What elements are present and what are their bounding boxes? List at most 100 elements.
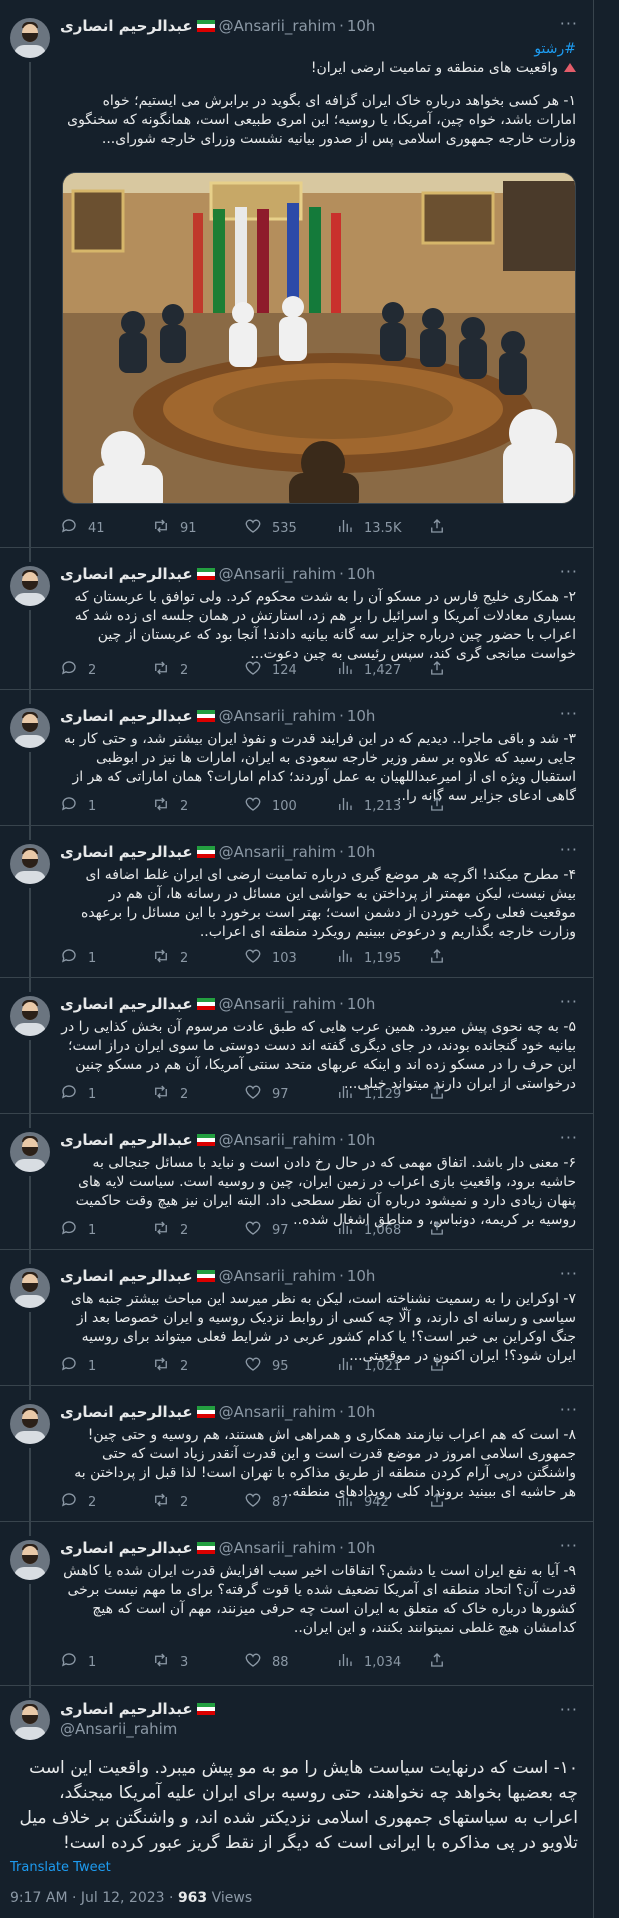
user-name[interactable]: عبدالرحیم انصاری	[60, 17, 193, 35]
views-button[interactable]: 13.5K	[336, 517, 428, 539]
user-name[interactable]: عبدالرحیم انصاری	[60, 843, 193, 861]
share-button[interactable]	[428, 1355, 452, 1377]
retweet-button[interactable]: 3	[152, 1651, 244, 1673]
like-button[interactable]: 97	[244, 1219, 336, 1241]
reply-button[interactable]: 1	[60, 1219, 152, 1241]
tweet-media[interactable]	[62, 172, 576, 504]
reply-button[interactable]: 1	[60, 947, 152, 969]
like-button[interactable]: 535	[244, 517, 336, 539]
views-button[interactable]: 1,129	[336, 1083, 428, 1105]
avatar[interactable]	[10, 708, 50, 748]
retweet-button[interactable]: 2	[152, 1355, 244, 1377]
views-button[interactable]: 1,213	[336, 795, 428, 817]
tweet-card[interactable]: عبدالرحیم انصاری @Ansarii_rahim · 10h ··· ۹- …	[0, 1522, 594, 1686]
avatar[interactable]	[10, 1404, 50, 1444]
views-button[interactable]: 942	[336, 1491, 428, 1513]
more-options-icon[interactable]: ···	[560, 1536, 578, 1555]
views-button[interactable]: 1,068	[336, 1219, 428, 1241]
reply-button[interactable]: 2	[60, 659, 152, 681]
more-options-icon[interactable]: ···	[560, 1128, 578, 1147]
user-name[interactable]: عبدالرحیم انصاری	[60, 1267, 193, 1285]
reply-button[interactable]: 1	[60, 795, 152, 817]
tweet-card[interactable]: عبدالرحیم انصاری @Ansarii_rahim · 10h ··· ۶- …	[0, 1114, 594, 1250]
like-button[interactable]: 100	[244, 795, 336, 817]
more-options-icon[interactable]: ···	[560, 1264, 578, 1283]
reply-button[interactable]: 41	[60, 517, 152, 539]
avatar[interactable]	[10, 844, 50, 884]
tweet-time[interactable]: 10h	[347, 1267, 376, 1285]
share-button[interactable]	[428, 659, 452, 681]
user-name[interactable]: عبدالرحیم انصاری	[60, 565, 193, 583]
more-options-icon[interactable]: ···	[560, 992, 578, 1011]
user-handle[interactable]: @Ansarii_rahim	[219, 1403, 336, 1421]
tweet-card[interactable]: عبدالرحیم انصاری @Ansarii_rahim · 10h ··· ۲- …	[0, 548, 594, 690]
translate-tweet-link[interactable]: Translate Tweet	[10, 1860, 111, 1875]
retweet-button[interactable]: 2	[152, 947, 244, 969]
tweet-card[interactable]: عبدالرحیم انصاری @Ansarii_rahim · 10h ··· #رش…	[0, 0, 594, 548]
like-button[interactable]: 124	[244, 659, 336, 681]
user-name[interactable]: عبدالرحیم انصاری	[60, 1403, 193, 1421]
more-options-icon[interactable]: ···	[560, 840, 578, 859]
views-button[interactable]: 1,427	[336, 659, 428, 681]
tweet-time[interactable]: 10h	[347, 1539, 376, 1557]
tweet-time[interactable]: 10h	[347, 843, 376, 861]
share-button[interactable]	[428, 795, 452, 817]
user-handle[interactable]: @Ansarii_rahim	[219, 17, 336, 35]
reply-button[interactable]: 1	[60, 1651, 152, 1673]
user-name[interactable]: عبدالرحیم انصاری	[60, 1539, 193, 1557]
user-name[interactable]: عبدالرحیم انصاری	[60, 995, 193, 1013]
tweet-time[interactable]: 10h	[347, 707, 376, 725]
tweet-card[interactable]: عبدالرحیم انصاری @Ansarii_rahim · 10h ··· ۷- …	[0, 1250, 594, 1386]
tweet-time[interactable]: 10h	[347, 1403, 376, 1421]
views-button[interactable]: 1,021	[336, 1355, 428, 1377]
like-button[interactable]: 103	[244, 947, 336, 969]
tweet-time[interactable]: 10h	[347, 995, 376, 1013]
avatar[interactable]	[10, 1700, 50, 1740]
hashtag-link[interactable]: #رشتو	[60, 40, 576, 59]
user-handle[interactable]: @Ansarii_rahim	[219, 843, 336, 861]
avatar[interactable]	[10, 566, 50, 606]
tweet-timestamp[interactable]: 9:17 AM · Jul 12, 2023 ·	[10, 1890, 178, 1906]
tweet-card[interactable]: عبدالرحیم انصاری @Ansarii_rahim · 10h ··· ۴- …	[0, 826, 594, 978]
views-button[interactable]: 1,195	[336, 947, 428, 969]
share-button[interactable]	[428, 1219, 452, 1241]
user-handle[interactable]: @Ansarii_rahim	[219, 1131, 336, 1149]
more-options-icon[interactable]: ···	[560, 14, 578, 33]
tweet-time[interactable]: 10h	[347, 1131, 376, 1149]
share-button[interactable]	[428, 1651, 452, 1673]
more-options-icon[interactable]: ···	[560, 562, 578, 581]
like-button[interactable]: 95	[244, 1355, 336, 1377]
tweet-time[interactable]: 10h	[347, 17, 376, 35]
avatar[interactable]	[10, 1268, 50, 1308]
user-handle[interactable]: @Ansarii_rahim	[60, 1720, 177, 1738]
retweet-button[interactable]: 2	[152, 659, 244, 681]
like-button[interactable]: 87	[244, 1491, 336, 1513]
retweet-button[interactable]: 2	[152, 1491, 244, 1513]
tweet-card[interactable]: عبدالرحیم انصاری @Ansarii_rahim · 10h ··· ۳- …	[0, 690, 594, 826]
like-button[interactable]: 88	[244, 1651, 336, 1673]
more-options-icon[interactable]: ···	[560, 1700, 578, 1719]
avatar[interactable]	[10, 18, 50, 58]
user-handle[interactable]: @Ansarii_rahim	[219, 565, 336, 583]
like-button[interactable]: 97	[244, 1083, 336, 1105]
share-button[interactable]	[428, 1491, 452, 1513]
more-options-icon[interactable]: ···	[560, 704, 578, 723]
avatar[interactable]	[10, 1540, 50, 1580]
retweet-button[interactable]: 2	[152, 1083, 244, 1105]
meeting-photo[interactable]	[63, 173, 576, 504]
retweet-button[interactable]: 2	[152, 795, 244, 817]
user-handle[interactable]: @Ansarii_rahim	[219, 1267, 336, 1285]
views-button[interactable]: 1,034	[336, 1651, 428, 1673]
avatar[interactable]	[10, 996, 50, 1036]
user-handle[interactable]: @Ansarii_rahim	[219, 707, 336, 725]
reply-button[interactable]: 1	[60, 1355, 152, 1377]
avatar[interactable]	[10, 1132, 50, 1172]
more-options-icon[interactable]: ···	[560, 1400, 578, 1419]
user-name[interactable]: عبدالرحیم انصاری	[60, 1131, 193, 1149]
tweet-time[interactable]: 10h	[347, 565, 376, 583]
share-button[interactable]	[428, 517, 452, 539]
user-handle[interactable]: @Ansarii_rahim	[219, 1539, 336, 1557]
user-handle[interactable]: @Ansarii_rahim	[219, 995, 336, 1013]
user-name[interactable]: عبدالرحیم انصاری	[60, 707, 193, 725]
share-button[interactable]	[428, 1083, 452, 1105]
